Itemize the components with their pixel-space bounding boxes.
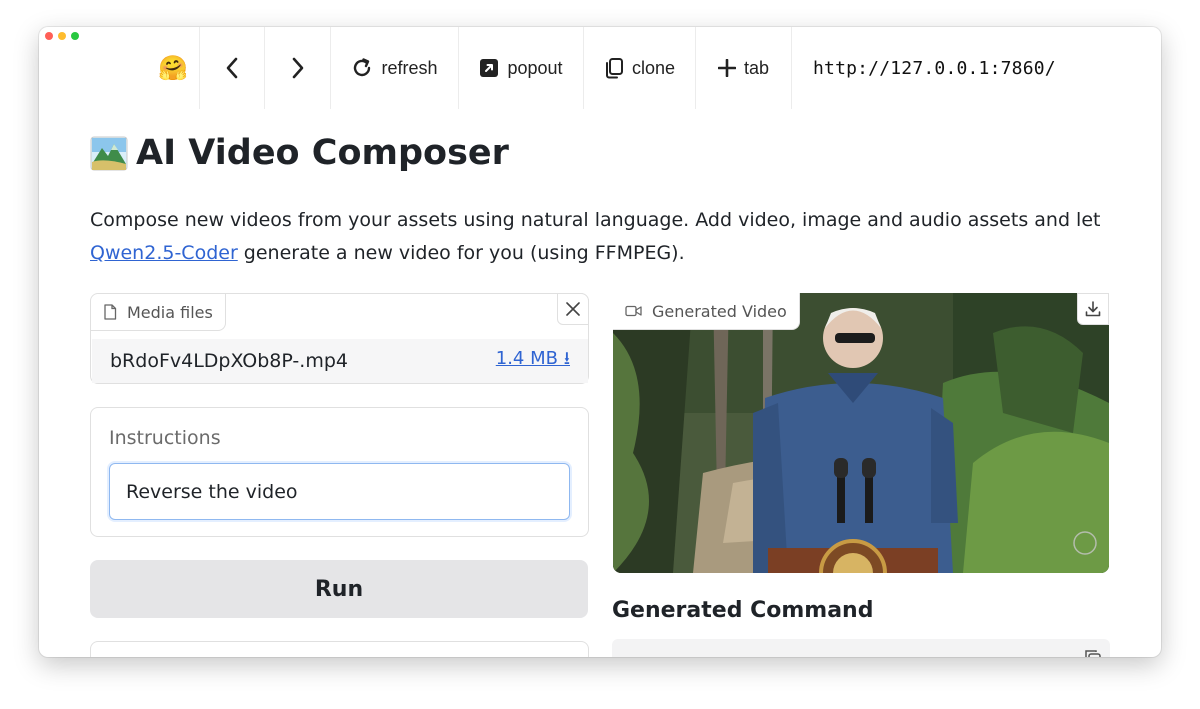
popout-icon [480, 59, 499, 77]
media-files-label: Media files [91, 294, 226, 331]
browser-window: 🤗 refresh popout clone tab http://127.0.… [39, 27, 1161, 657]
copy-icon[interactable] [1084, 649, 1102, 657]
close-icon [566, 302, 580, 316]
refresh-label: refresh [381, 57, 438, 78]
tab-label: tab [743, 57, 770, 78]
file-name: bRdoFv4LDpXOb8P-.mp4 [110, 350, 348, 372]
refresh-button[interactable]: refresh [331, 27, 458, 109]
clone-label: clone [631, 57, 676, 78]
description-text: Compose new videos from your assets usin… [90, 209, 1101, 231]
hugging-face-emoji-icon: 🤗 [158, 54, 188, 82]
page-title: AI Video Composer [90, 133, 509, 173]
refresh-icon [354, 58, 371, 77]
new-tab-button[interactable]: tab [696, 27, 791, 109]
plus-icon [717, 59, 736, 77]
popout-button[interactable]: popout [459, 27, 583, 109]
app-description: Compose new videos from your assets usin… [90, 204, 1120, 270]
file-list-item: bRdoFv4LDpXOb8P-.mp4 1.4 MB ⭳ [92, 339, 588, 383]
generated-command-code [612, 639, 1110, 657]
huggingface-logo-button[interactable]: 🤗 [146, 27, 200, 109]
instructions-label: Instructions [109, 427, 221, 449]
video-frame [613, 293, 1109, 573]
popout-label: popout [507, 57, 563, 78]
media-files-panel: Media files bRdoFv4LDpXOb8P-.mp4 1.4 MB … [90, 293, 589, 384]
run-button[interactable]: Run [90, 560, 588, 618]
generated-video-label: Generated Video [613, 293, 800, 330]
file-icon [104, 304, 117, 320]
qwen-coder-link[interactable]: Qwen2.5-Coder [90, 242, 238, 264]
mountain-landscape-icon [90, 136, 128, 171]
forward-button[interactable] [265, 27, 330, 109]
back-button[interactable] [200, 27, 264, 109]
output-panel [90, 641, 589, 657]
file-download-link[interactable]: 1.4 MB ⭳ [496, 346, 570, 376]
clone-button[interactable]: clone [584, 27, 695, 109]
generated-video-label-text: Generated Video [652, 301, 787, 321]
download-icon [1085, 301, 1101, 317]
chevron-right-icon [292, 57, 303, 79]
browser-toolbar: 🤗 refresh popout clone tab http://127.0.… [39, 27, 1161, 109]
generated-command-heading: Generated Command [612, 598, 874, 623]
address-bar[interactable]: http://127.0.0.1:7860/ [813, 27, 1056, 109]
generated-video-player[interactable]: Generated Video [613, 293, 1109, 573]
chevron-left-icon [226, 57, 238, 79]
media-files-label-text: Media files [127, 302, 213, 322]
instructions-panel: Instructions Reverse the video [90, 407, 589, 537]
app-title-text: AI Video Composer [136, 133, 509, 173]
video-camera-icon [625, 305, 642, 317]
description-text-end: generate a new video for you (using FFMP… [237, 242, 685, 264]
download-video-button[interactable] [1077, 293, 1109, 325]
clone-icon [605, 58, 623, 79]
instructions-input[interactable]: Reverse the video [109, 463, 570, 520]
clear-files-button[interactable] [557, 293, 589, 325]
